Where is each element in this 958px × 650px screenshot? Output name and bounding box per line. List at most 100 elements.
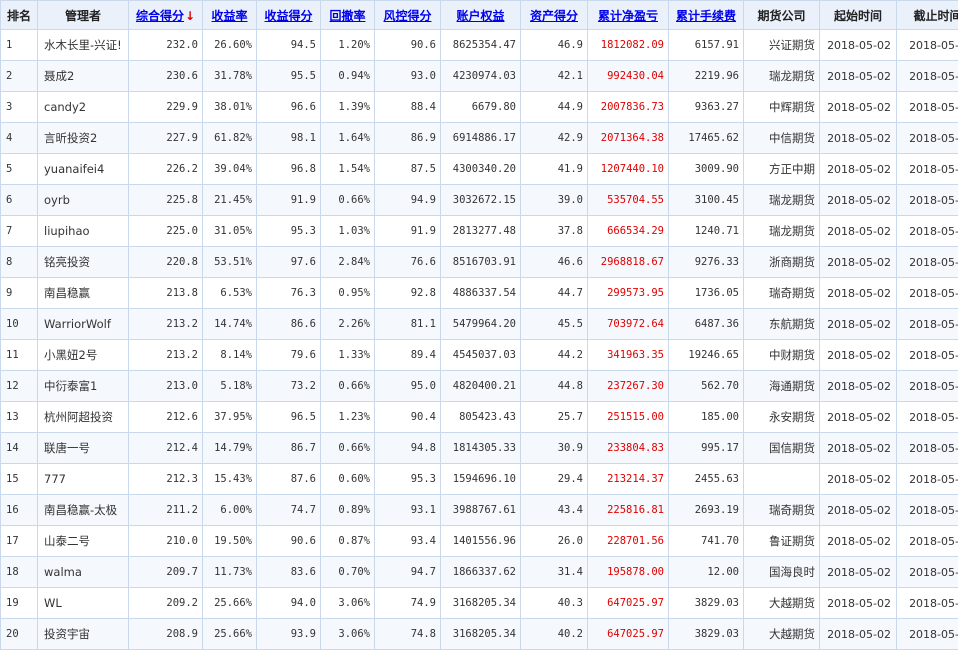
cell-end-time: 2018-05-18 xyxy=(897,185,958,216)
cell-risk-score: 93.0 xyxy=(375,61,441,92)
cell-broker xyxy=(744,464,820,495)
cell-risk-score: 74.9 xyxy=(375,588,441,619)
sort-link-asset-score[interactable]: 资产得分 xyxy=(530,9,578,23)
sort-link-total-score[interactable]: 综合得分 xyxy=(136,9,184,23)
header-risk-score[interactable]: 风控得分 xyxy=(375,1,441,30)
cell-fees: 2693.19 xyxy=(669,495,744,526)
table-row: 1水木长里-兴证!232.026.60%94.51.20%90.68625354… xyxy=(1,30,958,61)
header-broker: 期货公司 xyxy=(744,1,820,30)
cell-net-pnl: 992430.04 xyxy=(588,61,669,92)
cell-rank: 10 xyxy=(1,309,38,340)
cell-net-pnl: 535704.55 xyxy=(588,185,669,216)
cell-start-time: 2018-05-02 xyxy=(820,495,897,526)
ranking-table: 排名 管理者 综合得分↓ 收益率 收益得分 回撤率 风控得分 账户权益 资产得分… xyxy=(0,0,958,650)
cell-rank: 13 xyxy=(1,402,38,433)
table-row: 13杭州阿超投资212.637.95%96.51.23%90.4805423.4… xyxy=(1,402,958,433)
header-drawdown[interactable]: 回撤率 xyxy=(321,1,375,30)
cell-net-pnl: 228701.56 xyxy=(588,526,669,557)
cell-equity: 4886337.54 xyxy=(441,278,521,309)
cell-fees: 2219.96 xyxy=(669,61,744,92)
cell-asset-score: 42.1 xyxy=(521,61,588,92)
header-manager: 管理者 xyxy=(38,1,129,30)
cell-net-pnl: 2968818.67 xyxy=(588,247,669,278)
header-return-score[interactable]: 收益得分 xyxy=(257,1,321,30)
cell-manager: 言昕投资2 xyxy=(38,123,129,154)
cell-total-score: 210.0 xyxy=(129,526,203,557)
cell-rank: 18 xyxy=(1,557,38,588)
cell-total-score: 225.0 xyxy=(129,216,203,247)
cell-end-time: 2018-05-18 xyxy=(897,123,958,154)
cell-risk-score: 95.3 xyxy=(375,464,441,495)
cell-asset-score: 42.9 xyxy=(521,123,588,154)
header-asset-score[interactable]: 资产得分 xyxy=(521,1,588,30)
cell-equity: 1594696.10 xyxy=(441,464,521,495)
header-end-time: 截止时间 xyxy=(897,1,958,30)
cell-asset-score: 44.7 xyxy=(521,278,588,309)
table-row: 11小黑妞2号213.28.14%79.61.33%89.44545037.03… xyxy=(1,340,958,371)
cell-broker: 海通期货 xyxy=(744,371,820,402)
cell-drawdown: 1.03% xyxy=(321,216,375,247)
cell-asset-score: 26.0 xyxy=(521,526,588,557)
cell-equity: 4545037.03 xyxy=(441,340,521,371)
cell-return-score: 73.2 xyxy=(257,371,321,402)
cell-broker: 永安期货 xyxy=(744,402,820,433)
cell-broker: 浙商期货 xyxy=(744,247,820,278)
cell-return-rate: 21.45% xyxy=(203,185,257,216)
sort-link-drawdown[interactable]: 回撤率 xyxy=(329,9,365,23)
cell-manager: 投资宇宙 xyxy=(38,619,129,650)
cell-start-time: 2018-05-02 xyxy=(820,309,897,340)
cell-return-score: 96.5 xyxy=(257,402,321,433)
cell-broker: 瑞奇期货 xyxy=(744,495,820,526)
cell-broker: 大越期货 xyxy=(744,619,820,650)
cell-return-score: 96.6 xyxy=(257,92,321,123)
cell-net-pnl: 647025.97 xyxy=(588,588,669,619)
cell-manager: 小黑妞2号 xyxy=(38,340,129,371)
cell-total-score: 227.9 xyxy=(129,123,203,154)
cell-return-rate: 14.79% xyxy=(203,433,257,464)
cell-equity: 1866337.62 xyxy=(441,557,521,588)
cell-rank: 17 xyxy=(1,526,38,557)
table-row: 12中衍泰富1213.05.18%73.20.66%95.04820400.21… xyxy=(1,371,958,402)
table-row: 16南昌稳赢-太极211.26.00%74.70.89%93.13988767.… xyxy=(1,495,958,526)
cell-fees: 2455.63 xyxy=(669,464,744,495)
cell-return-rate: 61.82% xyxy=(203,123,257,154)
cell-total-score: 211.2 xyxy=(129,495,203,526)
cell-manager: WarriorWolf xyxy=(38,309,129,340)
cell-rank: 15 xyxy=(1,464,38,495)
cell-start-time: 2018-05-02 xyxy=(820,216,897,247)
cell-asset-score: 25.7 xyxy=(521,402,588,433)
cell-net-pnl: 2007836.73 xyxy=(588,92,669,123)
sort-link-net-pnl[interactable]: 累计净盈亏 xyxy=(598,9,658,23)
cell-fees: 6487.36 xyxy=(669,309,744,340)
cell-equity: 4230974.03 xyxy=(441,61,521,92)
header-fees[interactable]: 累计手续费 xyxy=(669,1,744,30)
cell-fees: 9363.27 xyxy=(669,92,744,123)
sort-link-fees[interactable]: 累计手续费 xyxy=(676,9,736,23)
header-net-pnl[interactable]: 累计净盈亏 xyxy=(588,1,669,30)
cell-return-score: 90.6 xyxy=(257,526,321,557)
header-equity[interactable]: 账户权益 xyxy=(441,1,521,30)
cell-risk-score: 90.6 xyxy=(375,30,441,61)
sort-link-return-score[interactable]: 收益得分 xyxy=(264,9,312,23)
cell-manager: 聂成2 xyxy=(38,61,129,92)
cell-asset-score: 44.9 xyxy=(521,92,588,123)
cell-equity: 1401556.96 xyxy=(441,526,521,557)
cell-manager: 南昌稳赢 xyxy=(38,278,129,309)
table-row: 8铭亮投资220.853.51%97.62.84%76.68516703.914… xyxy=(1,247,958,278)
table-row: 7liupihao225.031.05%95.31.03%91.92813277… xyxy=(1,216,958,247)
header-total-score[interactable]: 综合得分↓ xyxy=(129,1,203,30)
cell-drawdown: 0.87% xyxy=(321,526,375,557)
cell-fees: 6157.91 xyxy=(669,30,744,61)
cell-asset-score: 46.6 xyxy=(521,247,588,278)
cell-net-pnl: 703972.64 xyxy=(588,309,669,340)
sort-link-return-rate[interactable]: 收益率 xyxy=(211,9,247,23)
cell-return-score: 98.1 xyxy=(257,123,321,154)
sort-link-equity[interactable]: 账户权益 xyxy=(456,9,504,23)
cell-broker: 中财期货 xyxy=(744,340,820,371)
cell-drawdown: 3.06% xyxy=(321,619,375,650)
sort-link-risk-score[interactable]: 风控得分 xyxy=(383,9,431,23)
cell-fees: 12.00 xyxy=(669,557,744,588)
cell-return-rate: 14.74% xyxy=(203,309,257,340)
header-return-rate[interactable]: 收益率 xyxy=(203,1,257,30)
cell-rank: 11 xyxy=(1,340,38,371)
